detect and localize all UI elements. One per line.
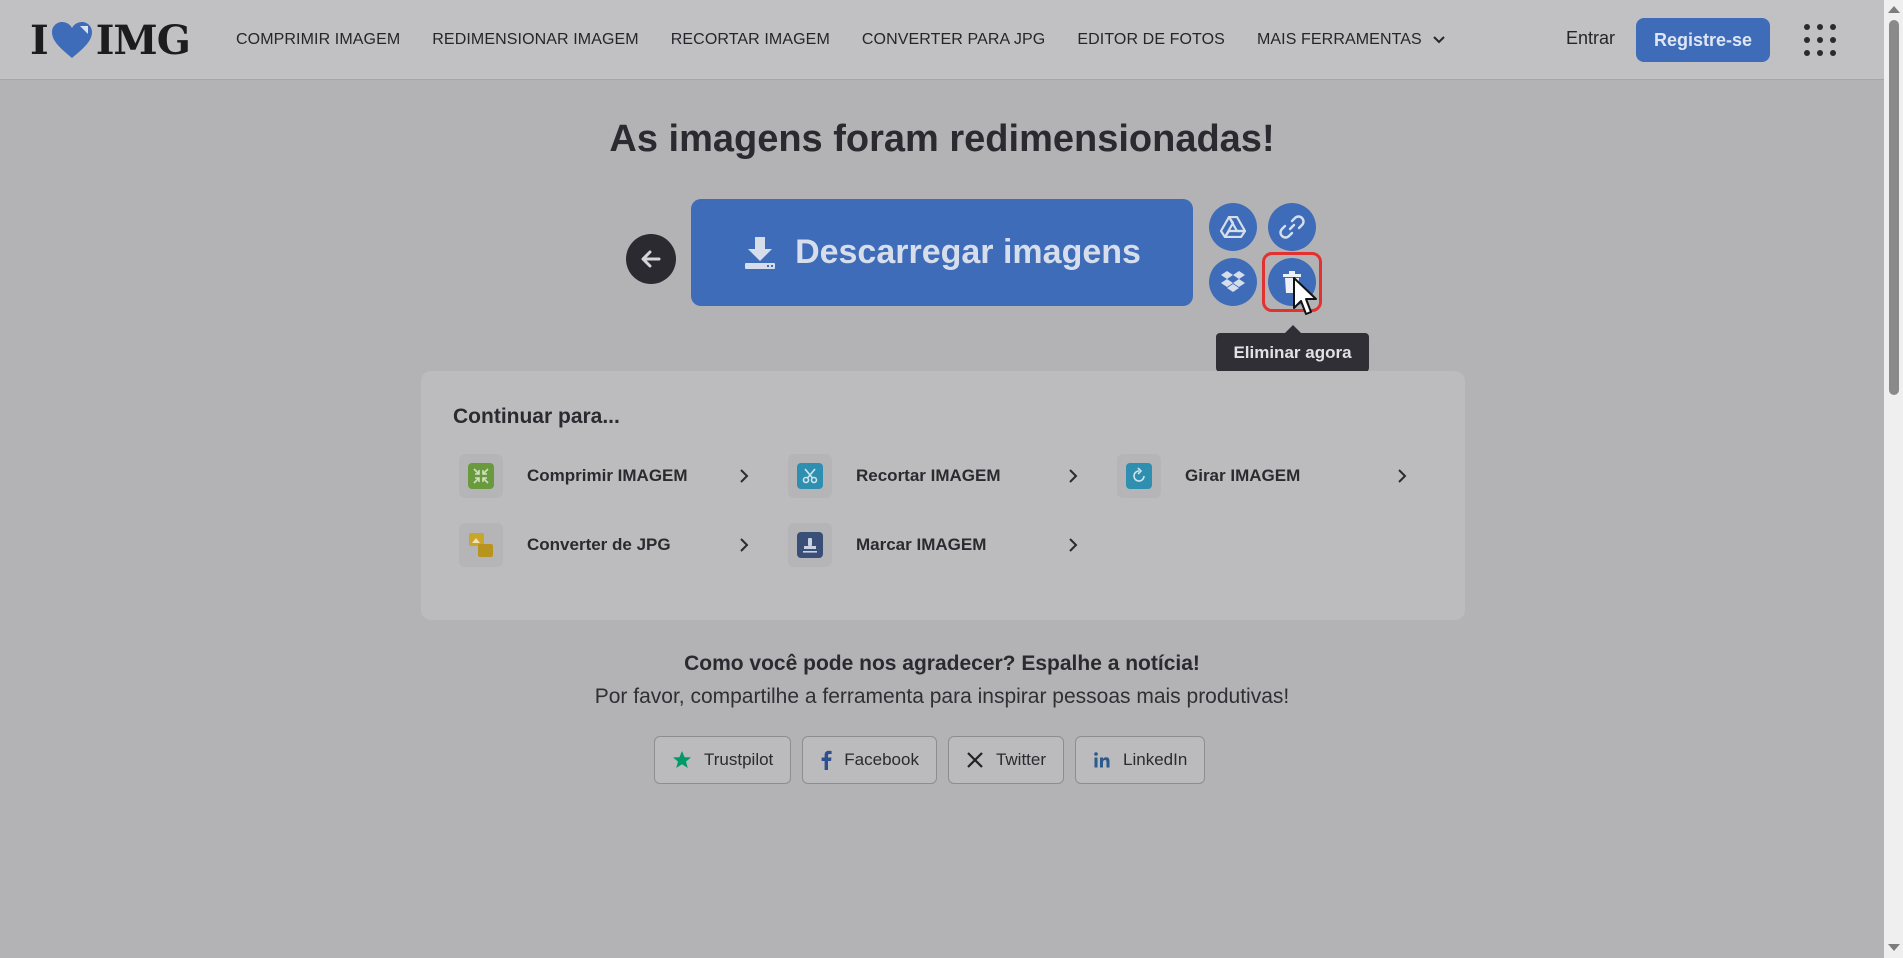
continue-card: Continuar para... Comprimir IMAGEM Recor… — [421, 371, 1465, 620]
login-link[interactable]: Entrar — [1566, 28, 1615, 49]
nav-resize[interactable]: REDIMENSIONAR IMAGEM — [432, 31, 638, 49]
tool-compress[interactable]: Comprimir IMAGEM — [453, 450, 753, 502]
download-images-button[interactable]: Descarregar imagens — [691, 199, 1193, 306]
scroll-up-arrow-icon[interactable] — [1888, 6, 1900, 13]
mouse-cursor-icon — [1293, 277, 1317, 315]
download-label: Descarregar imagens — [795, 233, 1141, 271]
tool-icon-frame — [788, 523, 832, 567]
convert-icon — [468, 532, 494, 558]
copy-link-button[interactable] — [1268, 203, 1316, 251]
scroll-down-arrow-icon[interactable] — [1888, 944, 1900, 951]
star-icon — [673, 751, 691, 768]
continue-title: Continuar para... — [453, 405, 620, 428]
share-facebook-button[interactable]: Facebook — [802, 736, 937, 784]
share-label: Trustpilot — [704, 750, 774, 769]
chevron-right-icon — [1069, 469, 1078, 483]
share-label: Twitter — [995, 750, 1047, 769]
tool-icon-frame — [459, 523, 503, 567]
back-button[interactable] — [626, 234, 676, 284]
x-icon — [967, 752, 983, 768]
nav-more-label: MAIS FERRAMENTAS — [1256, 31, 1422, 48]
tool-watermark[interactable]: Marcar IMAGEM — [782, 519, 1082, 571]
share-label: LinkedIn — [1123, 750, 1188, 769]
linkedin-icon — [1094, 752, 1110, 768]
page-title: As imagens foram redimensionadas! — [609, 118, 1275, 160]
save-to-dropbox-button[interactable] — [1209, 258, 1257, 306]
tool-icon-frame — [788, 454, 832, 498]
rotate-icon — [1126, 463, 1152, 489]
tool-convert-from-jpg[interactable]: Converter de JPG — [453, 519, 753, 571]
chevron-down-icon — [1433, 36, 1445, 44]
delete-tooltip: Eliminar agora — [1216, 325, 1369, 372]
download-icon — [745, 236, 776, 269]
chevron-right-icon — [1398, 469, 1407, 483]
share-heading: Como você pode nos agradecer? Espalhe a … — [684, 652, 1200, 675]
compress-icon — [468, 463, 494, 489]
chevron-right-icon — [740, 538, 749, 552]
tool-rotate[interactable]: Girar IMAGEM — [1111, 450, 1411, 502]
vertical-scrollbar[interactable] — [1884, 0, 1903, 958]
nav-more-tools[interactable]: MAIS FERRAMENTAS — [1257, 31, 1446, 49]
tool-label: Marcar IMAGEM — [856, 535, 987, 554]
apps-grid-icon[interactable] — [1802, 22, 1838, 58]
facebook-icon — [821, 750, 832, 770]
main-nav: COMPRIMIR IMAGEM REDIMENSIONAR IMAGEM RE… — [236, 0, 1478, 80]
nav-convert-jpg[interactable]: CONVERTER PARA JPG — [862, 31, 1045, 49]
dropbox-icon — [1221, 271, 1245, 292]
nav-compress[interactable]: COMPRIMIR IMAGEM — [236, 31, 400, 49]
logo[interactable]: I IMG — [30, 16, 191, 64]
google-drive-icon — [1220, 216, 1246, 238]
share-trustpilot-button[interactable]: Trustpilot — [654, 736, 792, 784]
tool-label: Recortar IMAGEM — [856, 466, 1001, 485]
tool-crop[interactable]: Recortar IMAGEM — [782, 450, 1082, 502]
arrow-left-icon — [641, 250, 661, 268]
tool-label: Girar IMAGEM — [1185, 466, 1301, 485]
tool-icon-frame — [1117, 454, 1161, 498]
share-subheading: Por favor, compartilhe a ferramenta para… — [594, 685, 1290, 708]
tool-icon-frame — [459, 454, 503, 498]
nav-photo-editor[interactable]: EDITOR DE FOTOS — [1077, 31, 1225, 49]
signup-button[interactable]: Registre-se — [1636, 18, 1770, 62]
logo-text-left: I — [30, 16, 49, 64]
save-to-drive-button[interactable] — [1209, 203, 1257, 251]
chevron-right-icon — [740, 469, 749, 483]
share-linkedin-button[interactable]: LinkedIn — [1075, 736, 1206, 784]
scissors-icon — [797, 463, 823, 489]
tool-label: Converter de JPG — [527, 535, 671, 554]
share-label: Facebook — [844, 750, 919, 769]
share-buttons: Trustpilot Facebook Twitter LinkedIn — [654, 736, 1216, 784]
heart-icon — [51, 22, 92, 58]
tool-label: Comprimir IMAGEM — [527, 466, 688, 485]
stamp-icon — [797, 532, 823, 558]
scroll-thumb[interactable] — [1889, 20, 1899, 395]
chevron-right-icon — [1069, 538, 1078, 552]
logo-text-right: IMG — [95, 16, 191, 64]
nav-crop[interactable]: RECORTAR IMAGEM — [671, 31, 830, 49]
top-header: I IMG COMPRIMIR IMAGEM REDIMENSIONAR IMA… — [0, 0, 1884, 80]
link-icon — [1279, 215, 1305, 239]
share-twitter-button[interactable]: Twitter — [947, 736, 1065, 784]
